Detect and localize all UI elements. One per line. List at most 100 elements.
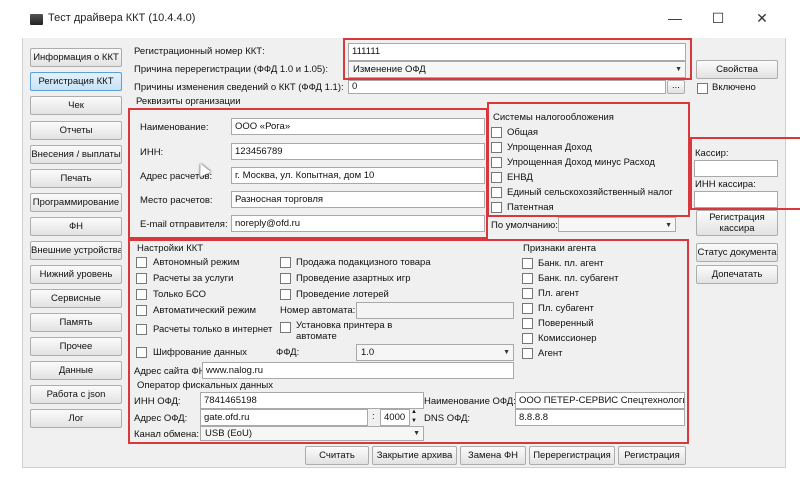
tax-checkbox-simplified-net[interactable] [491, 157, 502, 168]
read-button[interactable]: Считать [305, 446, 369, 465]
ofd-inn-label: ИНН ОФД: [134, 396, 181, 407]
kkt-option-services: Расчеты за услуги [153, 273, 234, 284]
reason-select[interactable]: Изменение ОФД ▼ [348, 61, 686, 78]
reregister-button[interactable]: Перерегистрация [529, 446, 615, 465]
sidebar-item-memory[interactable]: Память [30, 313, 122, 332]
org-address-input[interactable]: г. Москва, ул. Копытная, дом 10 [231, 167, 485, 184]
cashier-inn-label: ИНН кассира: [695, 179, 756, 190]
sidebar-item-reports[interactable]: Отчеты [30, 121, 122, 140]
cashier-input[interactable] [694, 160, 778, 177]
minimize-icon[interactable]: — [665, 10, 685, 26]
kkt-checkbox-gambling[interactable] [280, 273, 291, 284]
register-button[interactable]: Регистрация [618, 446, 686, 465]
ofd-title: Оператор фискальных данных [137, 380, 274, 391]
agent-checkbox-bank-agent[interactable] [522, 258, 533, 269]
ofd-name-label: Наименование ОФД: [424, 396, 516, 407]
port-separator: : [372, 411, 375, 422]
tax-title: Системы налогообложения [493, 112, 614, 123]
kkt-option-encryption: Шифрование данных [153, 347, 247, 358]
sidebar-item-service[interactable]: Сервисные [30, 289, 122, 308]
properties-button[interactable]: Свойства [696, 60, 778, 79]
printer-checkbox[interactable] [280, 322, 291, 333]
tax-default-label: По умолчанию: [491, 220, 558, 231]
channel-label: Канал обмена: [134, 429, 200, 440]
sidebar-item-programming[interactable]: Программирование [30, 193, 122, 212]
ofd-address-label: Адрес ОФД: [134, 413, 188, 424]
kkt-checkbox-excise[interactable] [280, 257, 291, 268]
doc-status-button[interactable]: Статус документа [696, 243, 778, 262]
kkt-checkbox-bso[interactable] [136, 289, 147, 300]
ofd-port-input[interactable]: 4000 [380, 409, 410, 426]
agent-option-commission: Комиссионер [538, 333, 597, 344]
ofd-name-input[interactable]: ООО ПЕТЕР-СЕРВИС Спецтехнологии [515, 392, 685, 409]
cashier-inn-input[interactable] [694, 191, 778, 208]
agent-checkbox-commission[interactable] [522, 333, 533, 344]
close-icon[interactable]: ✕ [752, 10, 772, 27]
agent-checkbox-bank-subagent[interactable] [522, 273, 533, 284]
tax-checkbox-general[interactable] [491, 127, 502, 138]
reason-label: Причина перерегистрации (ФФД 1.0 и 1.05)… [134, 64, 328, 75]
register-cashier-button[interactable]: Регистрация кассира [696, 210, 778, 236]
ofd-dns-input[interactable]: 8.8.8.8 [515, 409, 685, 426]
agent-option-bank-agent: Банк. пл. агент [538, 258, 604, 269]
app-icon [30, 14, 43, 25]
sidebar-item-info[interactable]: Информация о ККТ [30, 48, 122, 67]
tax-option-envd: ЕНВД [507, 172, 533, 183]
org-place-label: Место расчетов: [140, 195, 213, 206]
kkt-option-excise: Продажа подакцизного товара [296, 257, 431, 268]
agent-checkbox-pay-subagent[interactable] [522, 303, 533, 314]
kkt-option-gambling: Проведение азартных игр [296, 273, 411, 284]
channel-select[interactable]: USB (EoU) ▼ [200, 426, 424, 441]
org-email-label: E-mail отправителя: [140, 219, 228, 230]
sidebar-item-json[interactable]: Работа с json [30, 385, 122, 404]
agent-checkbox-agent[interactable] [522, 348, 533, 359]
kkt-checkbox-services[interactable] [136, 273, 147, 284]
tax-checkbox-patent[interactable] [491, 202, 502, 213]
org-group-title: Реквизиты организации [136, 96, 241, 107]
machine-number-input[interactable] [356, 302, 514, 319]
sidebar-item-other[interactable]: Прочее [30, 337, 122, 356]
sidebar-item-registration[interactable]: Регистрация ККТ [30, 72, 122, 91]
replace-fn-button[interactable]: Замена ФН [460, 446, 526, 465]
kkt-checkbox-encryption[interactable] [136, 347, 147, 358]
org-place-input[interactable]: Разносная торговля [231, 191, 485, 208]
tax-checkbox-envd[interactable] [491, 172, 502, 183]
changes-more-button[interactable]: ... [667, 80, 685, 94]
org-inn-input[interactable]: 123456789 [231, 143, 485, 160]
ffd-select[interactable]: 1.0 ▼ [356, 344, 514, 361]
sidebar-item-low-level[interactable]: Нижний уровень [30, 265, 122, 284]
kkt-checkbox-autonomous[interactable] [136, 257, 147, 268]
ofd-address-input[interactable]: gate.ofd.ru [200, 409, 368, 426]
sidebar-item-cash-inout[interactable]: Внесения / выплаты [30, 145, 122, 164]
sidebar-item-receipt[interactable]: Чек [30, 96, 122, 115]
kkt-checkbox-auto[interactable] [136, 305, 147, 316]
port-spinner-icon[interactable]: ▲ ▼ [411, 408, 417, 426]
enabled-checkbox[interactable] [697, 83, 708, 94]
ofd-inn-input[interactable]: 7841465198 [200, 392, 424, 409]
sidebar-item-log[interactable]: Лог [30, 409, 122, 428]
fns-site-input[interactable]: www.nalog.ru [202, 362, 514, 379]
sidebar-item-external-devices[interactable]: Внешние устройства [30, 241, 122, 260]
sidebar-item-print[interactable]: Печать [30, 169, 122, 188]
tax-option-simplified-net: Упрощенная Доход минус Расход [507, 157, 655, 168]
changes-input[interactable]: 0 [348, 80, 666, 94]
close-archive-button[interactable]: Закрытие архива [372, 446, 457, 465]
sidebar-item-fn[interactable]: ФН [30, 217, 122, 236]
tax-checkbox-agri[interactable] [491, 187, 502, 198]
kkt-checkbox-internet[interactable] [136, 324, 147, 335]
maximize-icon[interactable]: ☐ [708, 10, 728, 27]
sidebar-item-data[interactable]: Данные [30, 361, 122, 380]
agent-option-attorney: Поверенный [538, 318, 594, 329]
reprint-button[interactable]: Допечатать [696, 265, 778, 284]
kkt-checkbox-lottery[interactable] [280, 289, 291, 300]
org-inn-label: ИНН: [140, 147, 164, 158]
agent-checkbox-attorney[interactable] [522, 318, 533, 329]
tax-default-select[interactable]: ▼ [558, 217, 676, 232]
agent-option-agent: Агент [538, 348, 563, 359]
agent-checkbox-pay-agent[interactable] [522, 288, 533, 299]
org-name-input[interactable]: ООО «Рога» [231, 118, 485, 135]
org-email-input[interactable]: noreply@ofd.ru [231, 215, 485, 232]
tax-option-simplified-income: Упрощенная Доход [507, 142, 592, 153]
tax-checkbox-simplified-income[interactable] [491, 142, 502, 153]
kkt-option-internet: Расчеты только в интернет [153, 324, 273, 335]
